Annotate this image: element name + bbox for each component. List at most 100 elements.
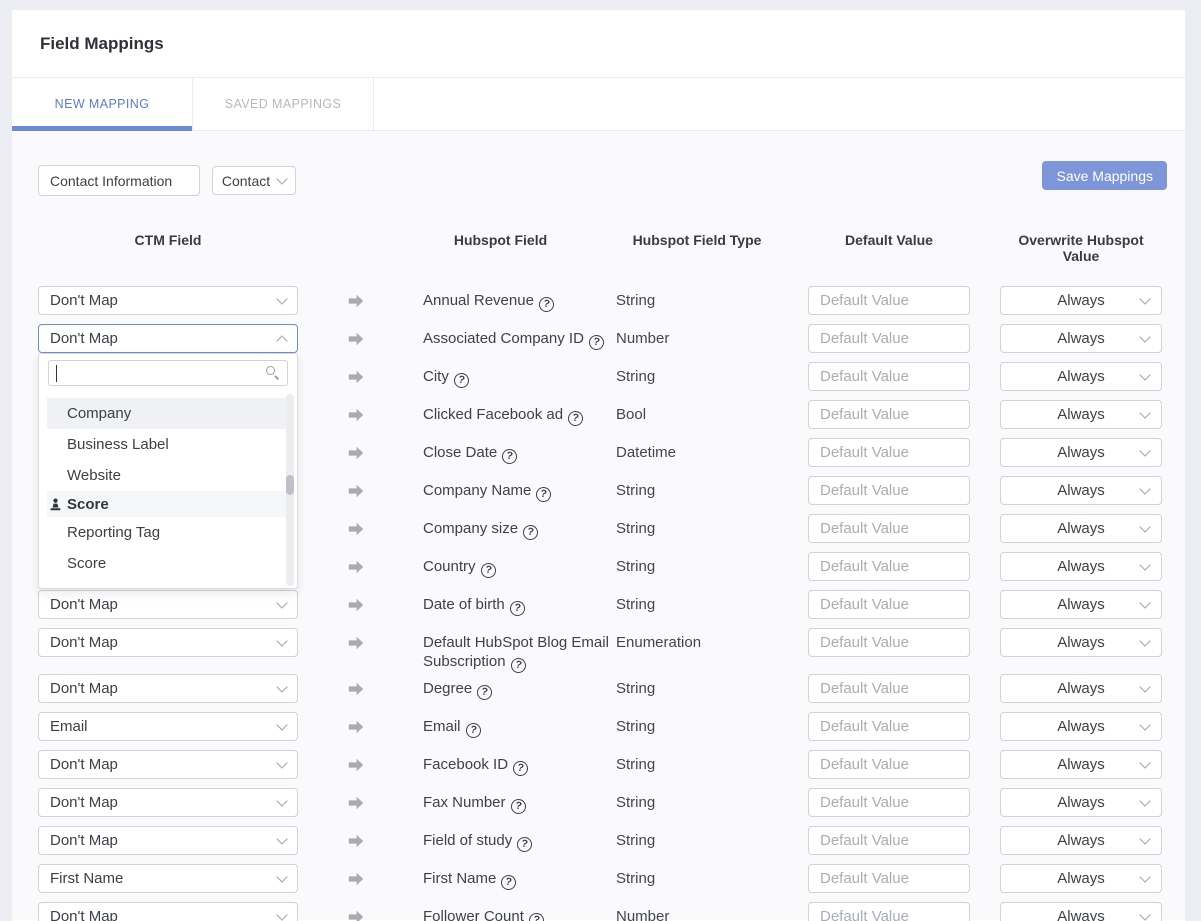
question-circle-icon[interactable]: ? bbox=[528, 912, 545, 921]
question-circle-icon[interactable]: ? bbox=[501, 448, 518, 465]
question-circle-icon[interactable]: ? bbox=[500, 874, 517, 891]
ctm-field-select[interactable]: Don't Map bbox=[38, 628, 298, 657]
object-type-select[interactable]: Contact bbox=[212, 166, 296, 195]
overwrite-select[interactable]: Always bbox=[1000, 286, 1162, 315]
question-circle-icon[interactable]: ? bbox=[509, 798, 526, 815]
default-value-input[interactable] bbox=[808, 628, 970, 657]
question-circle-icon[interactable]: ? bbox=[522, 524, 539, 541]
overwrite-select[interactable]: Always bbox=[1000, 628, 1162, 657]
overwrite-select[interactable]: Always bbox=[1000, 788, 1162, 817]
default-value-input[interactable] bbox=[808, 674, 970, 703]
ctm-field-select[interactable]: Don't Map bbox=[38, 902, 298, 921]
dropdown-scrollbar-thumb[interactable] bbox=[286, 475, 294, 495]
question-circle-icon[interactable]: ? bbox=[479, 562, 496, 579]
dropdown-item[interactable]: Reporting Tag bbox=[47, 517, 287, 548]
question-circle-icon[interactable]: ? bbox=[538, 296, 555, 313]
default-value-input[interactable] bbox=[808, 590, 970, 619]
default-value-input[interactable] bbox=[808, 400, 970, 429]
hubspot-field-label: Associated Company ID bbox=[423, 330, 584, 347]
question-circle-icon[interactable]: ? bbox=[588, 334, 605, 351]
field-mappings-card: Field Mappings NEW MAPPING SAVED MAPPING… bbox=[12, 10, 1185, 921]
default-value-input[interactable] bbox=[808, 552, 970, 581]
question-circle-icon[interactable]: ? bbox=[512, 760, 529, 777]
hubspot-field-type: Number bbox=[616, 902, 808, 921]
arrow-right-icon bbox=[348, 682, 364, 696]
overwrite-select[interactable]: Always bbox=[1000, 362, 1162, 391]
chevron-down-icon bbox=[1139, 795, 1150, 806]
chevron-down-icon bbox=[1139, 597, 1150, 608]
arrow-right-icon bbox=[348, 598, 364, 612]
hubspot-field-cell: Degree? bbox=[423, 674, 616, 700]
dropdown-item[interactable]: Business Label bbox=[47, 429, 287, 460]
chevron-down-icon bbox=[1139, 521, 1150, 532]
question-circle-icon[interactable]: ? bbox=[476, 684, 493, 701]
save-mappings-button[interactable]: Save Mappings bbox=[1042, 161, 1167, 190]
default-value-input[interactable] bbox=[808, 286, 970, 315]
mapping-row: Don't Map Facebook ID? String Always bbox=[12, 750, 1185, 788]
dropdown-item-label: Business Label bbox=[67, 436, 169, 453]
mapping-row: Don't Map Follower Count? Number Always bbox=[12, 902, 1185, 921]
ctm-field-select[interactable]: Don't Map bbox=[38, 324, 298, 353]
overwrite-select[interactable]: Always bbox=[1000, 324, 1162, 353]
ctm-field-select[interactable]: Don't Map bbox=[38, 674, 298, 703]
default-value-input[interactable] bbox=[808, 324, 970, 353]
ctm-field-select[interactable]: Email bbox=[38, 712, 298, 741]
overwrite-select[interactable]: Always bbox=[1000, 826, 1162, 855]
hubspot-field-type: Datetime bbox=[616, 438, 808, 462]
overwrite-select[interactable]: Always bbox=[1000, 864, 1162, 893]
chevron-down-icon bbox=[1139, 483, 1150, 494]
overwrite-select[interactable]: Always bbox=[1000, 902, 1162, 921]
overwrite-select[interactable]: Always bbox=[1000, 674, 1162, 703]
tab-saved-mappings[interactable]: SAVED MAPPINGS bbox=[193, 78, 374, 130]
mapping-row: Email Email? String Always bbox=[12, 712, 1185, 750]
question-circle-icon[interactable]: ? bbox=[509, 657, 526, 674]
ctm-field-select[interactable]: Don't Map bbox=[38, 788, 298, 817]
overwrite-select[interactable]: Always bbox=[1000, 438, 1162, 467]
default-value-input[interactable] bbox=[808, 712, 970, 741]
dropdown-item[interactable]: Company bbox=[47, 398, 287, 429]
ctm-field-select[interactable]: Don't Map bbox=[38, 750, 298, 779]
ctm-field-select[interactable]: First Name bbox=[38, 864, 298, 893]
arrow-cell bbox=[298, 590, 423, 612]
default-value-input[interactable] bbox=[808, 514, 970, 543]
overwrite-select[interactable]: Always bbox=[1000, 400, 1162, 429]
dropdown-item-label: Website bbox=[67, 467, 121, 484]
question-circle-icon[interactable]: ? bbox=[509, 600, 526, 617]
overwrite-select[interactable]: Always bbox=[1000, 590, 1162, 619]
default-value-input[interactable] bbox=[808, 362, 970, 391]
mapping-name-input[interactable] bbox=[38, 165, 200, 196]
hubspot-field-cell: Associated Company ID? bbox=[423, 324, 616, 350]
overwrite-select[interactable]: Always bbox=[1000, 514, 1162, 543]
ctm-field-select[interactable]: Don't Map bbox=[38, 286, 298, 315]
dropdown-item[interactable]: Score bbox=[47, 548, 287, 579]
arrow-cell bbox=[298, 476, 423, 498]
question-circle-icon[interactable]: ? bbox=[453, 372, 470, 389]
overwrite-select[interactable]: Always bbox=[1000, 476, 1162, 505]
dropdown-item: Score bbox=[47, 491, 287, 517]
default-value-input[interactable] bbox=[808, 438, 970, 467]
default-value-input[interactable] bbox=[808, 476, 970, 505]
dropdown-search-input[interactable] bbox=[49, 361, 287, 385]
question-circle-icon[interactable]: ? bbox=[516, 836, 533, 853]
question-circle-icon[interactable]: ? bbox=[567, 410, 584, 427]
ctm-field-select[interactable]: Don't Map bbox=[38, 826, 298, 855]
header-hubspot-field: Hubspot Field bbox=[423, 232, 616, 264]
hubspot-field-cell: Email? bbox=[423, 712, 616, 738]
default-value-input[interactable] bbox=[808, 788, 970, 817]
overwrite-select[interactable]: Always bbox=[1000, 712, 1162, 741]
tab-new-mapping[interactable]: NEW MAPPING bbox=[12, 78, 193, 130]
overwrite-value: Always bbox=[1057, 832, 1105, 849]
arrow-right-icon bbox=[348, 560, 364, 574]
dropdown-item[interactable]: Website bbox=[47, 460, 287, 491]
ctm-field-select[interactable]: Don't Map bbox=[38, 590, 298, 619]
text-caret bbox=[56, 365, 57, 382]
question-circle-icon[interactable]: ? bbox=[535, 486, 552, 503]
dropdown-item[interactable]: Converted bbox=[47, 579, 287, 589]
default-value-input[interactable] bbox=[808, 750, 970, 779]
default-value-input[interactable] bbox=[808, 864, 970, 893]
default-value-input[interactable] bbox=[808, 902, 970, 921]
overwrite-select[interactable]: Always bbox=[1000, 750, 1162, 779]
question-circle-icon[interactable]: ? bbox=[464, 722, 481, 739]
overwrite-select[interactable]: Always bbox=[1000, 552, 1162, 581]
default-value-input[interactable] bbox=[808, 826, 970, 855]
